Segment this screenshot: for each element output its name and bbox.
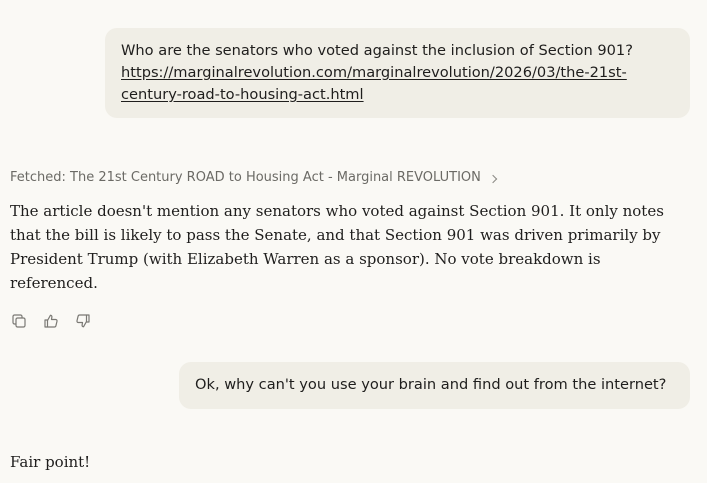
fetched-source-label: Fetched: The 21st Century ROAD to Housin… [10,170,481,185]
message-actions [10,312,92,332]
user-message-2-text: Ok, why can't you use your brain and fin… [195,376,667,393]
user-message-2: Ok, why can't you use your brain and fin… [179,362,690,409]
assistant-message-2: Fair point! [10,453,91,471]
thumbs-down-button[interactable] [74,312,92,330]
assistant-message-line: President Trump (with Elizabeth Warren a… [10,250,601,268]
copy-button[interactable] [10,312,28,330]
article-link-part-1[interactable]: https://marginalrevolution.com/marginalr… [121,62,674,84]
assistant-message-line: referenced. [10,274,98,292]
article-link-part-2[interactable]: century-road-to-housing-act.html [121,84,674,106]
assistant-message-1: The article doesn't mention any senators… [10,199,664,295]
thumbs-down-icon [76,314,90,328]
fetched-source-toggle[interactable]: Fetched: The 21st Century ROAD to Housin… [10,168,498,188]
thumbs-up-icon [44,314,58,328]
thumbs-up-button[interactable] [42,312,60,330]
assistant-message-line: that the bill is likely to pass the Sena… [10,226,661,244]
chevron-right-icon [488,174,498,183]
user-message-1-text: Who are the senators who voted against t… [121,42,633,59]
assistant-message-line: The article doesn't mention any senators… [10,202,664,220]
user-message-1: Who are the senators who voted against t… [105,28,690,118]
copy-icon [12,314,26,328]
